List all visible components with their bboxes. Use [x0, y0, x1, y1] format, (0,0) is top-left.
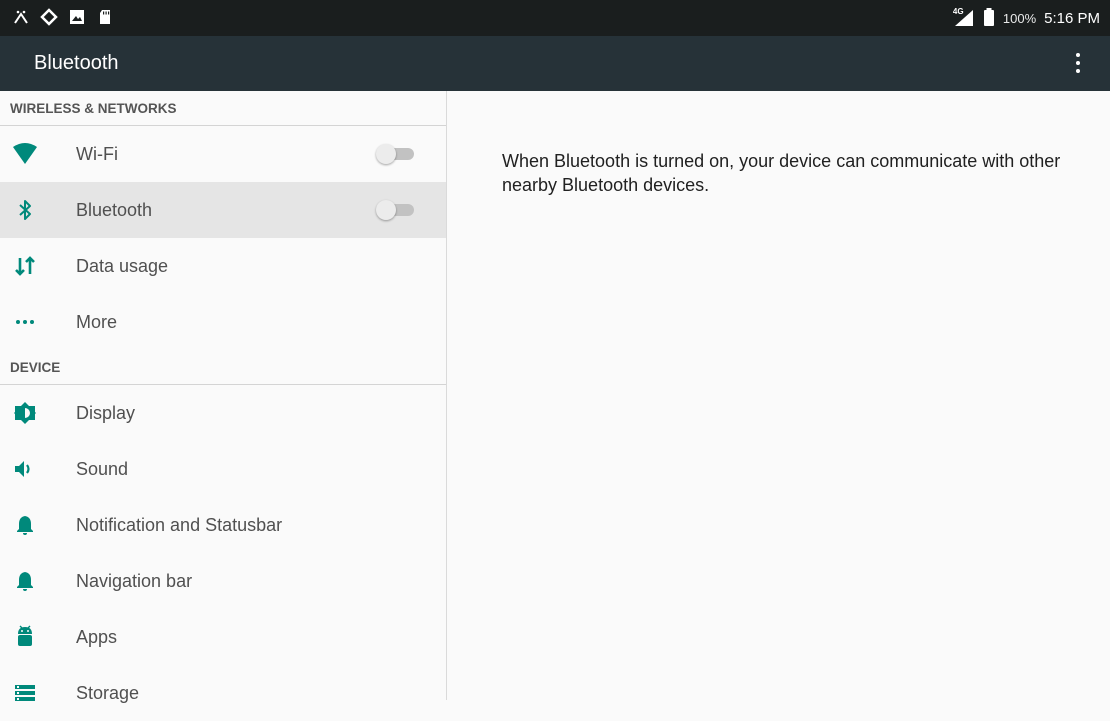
- overflow-dot-icon: [1076, 69, 1080, 73]
- section-header-device: DEVICE: [0, 350, 446, 385]
- settings-item-label: Display: [76, 402, 136, 423]
- settings-item-sound[interactable]: Sound: [0, 441, 446, 497]
- settings-item-more[interactable]: More: [0, 294, 446, 350]
- settings-item-display[interactable]: Display: [0, 385, 446, 441]
- settings-item-notification[interactable]: Notification and Statusbar: [0, 497, 446, 553]
- battery-percent: 100%: [1002, 10, 1037, 26]
- settings-item-label: More: [76, 311, 118, 332]
- page-title: Bluetooth: [34, 52, 119, 74]
- data-usage-icon: [11, 252, 39, 280]
- settings-item-label: Navigation bar: [76, 570, 193, 591]
- sound-icon: [11, 455, 39, 483]
- android-icon: [11, 623, 39, 651]
- cell-signal-icon: 4G: [952, 7, 975, 26]
- sd-card-icon: [96, 8, 114, 26]
- settings-item-bluetooth[interactable]: Bluetooth: [0, 182, 446, 238]
- display-brightness-icon: [11, 399, 39, 427]
- overflow-menu-button[interactable]: [1068, 48, 1088, 78]
- settings-item-label: Apps: [76, 626, 118, 647]
- bell-icon: [11, 511, 39, 539]
- more-dots-icon: [11, 308, 39, 336]
- notification-icons: [12, 8, 114, 26]
- settings-item-apps[interactable]: Apps: [0, 609, 446, 665]
- bell-icon: [11, 567, 39, 595]
- detail-pane: When Bluetooth is turned on, your device…: [447, 91, 1110, 700]
- wifi-icon: [11, 140, 39, 168]
- settings-item-label: Data usage: [76, 255, 169, 276]
- settings-item-label: Sound: [76, 458, 129, 479]
- settings-item-label: Bluetooth: [76, 199, 153, 220]
- bluetooth-icon: [11, 196, 39, 224]
- settings-item-navigation-bar[interactable]: Navigation bar: [0, 553, 446, 609]
- image-icon: [68, 8, 86, 26]
- debug-icon: [12, 8, 30, 26]
- status-bar: 4G 100% 5:16 PM: [0, 0, 1110, 36]
- status-right: 4G 100% 5:16 PM: [953, 0, 1100, 36]
- settings-item-label: Wi-Fi: [76, 143, 118, 164]
- clock: 5:16 PM: [1044, 9, 1100, 27]
- sync-icon: [40, 8, 58, 26]
- storage-icon: [11, 679, 39, 707]
- bluetooth-toggle[interactable]: [376, 199, 416, 221]
- settings-item-data-usage[interactable]: Data usage: [0, 238, 446, 294]
- toggle-thumb: [376, 144, 396, 164]
- settings-item-label: Storage: [76, 682, 140, 703]
- network-type: 4G: [952, 7, 964, 16]
- overflow-dot-icon: [1076, 53, 1080, 57]
- overflow-dot-icon: [1076, 61, 1080, 65]
- settings-item-wifi[interactable]: Wi-Fi: [0, 126, 446, 182]
- settings-list: WIRELESS & NETWORKS Wi-Fi Bluetooth Data…: [0, 91, 447, 703]
- app-bar: Bluetooth: [0, 36, 1110, 91]
- settings-item-storage[interactable]: Storage: [0, 665, 446, 721]
- settings-item-label: Notification and Statusbar: [76, 514, 283, 535]
- wifi-toggle[interactable]: [376, 143, 416, 165]
- section-header-wireless: WIRELESS & NETWORKS: [0, 91, 446, 126]
- bluetooth-description: When Bluetooth is turned on, your device…: [502, 151, 1061, 195]
- battery-icon: [983, 7, 995, 29]
- toggle-thumb: [376, 200, 396, 220]
